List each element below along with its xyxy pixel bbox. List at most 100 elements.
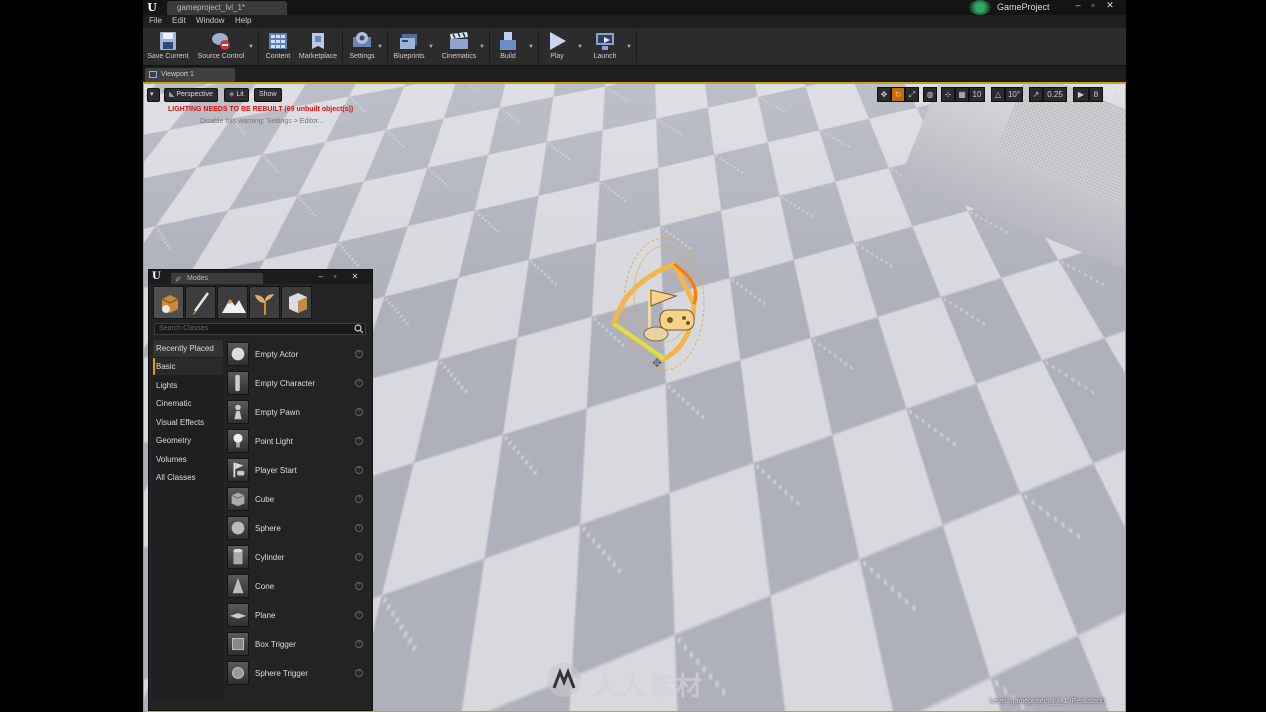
blueprints-button[interactable]: Blueprints (389, 29, 429, 65)
maximize-button[interactable]: ▫ (1086, 0, 1100, 10)
point-light-icon (227, 429, 249, 453)
modes-tab[interactable]: ✐ Modes (171, 273, 263, 284)
minimize-button[interactable]: – (1071, 0, 1085, 10)
list-item[interactable]: Cone ? (227, 572, 367, 600)
modes-minimize-button[interactable]: – (315, 272, 327, 282)
list-item[interactable]: Sphere ? (227, 514, 367, 542)
help-icon[interactable]: ? (355, 437, 363, 445)
category-list-background (153, 340, 223, 700)
launch-dropdown-icon[interactable]: ▼ (626, 44, 632, 50)
maximize-viewport-icon[interactable]: ▫ (1111, 87, 1121, 102)
search-classes-input[interactable]: Search Classes (154, 323, 366, 335)
viewport-options-button[interactable]: ▾ (147, 88, 160, 102)
geometry-mode-button[interactable] (281, 286, 312, 319)
close-button[interactable]: ✕ (1103, 0, 1117, 10)
category-volumes[interactable]: Volumes (153, 451, 223, 468)
place-mode-icon (161, 295, 179, 313)
toolbar-separator (538, 31, 539, 63)
list-item[interactable]: Cube ? (227, 485, 367, 513)
modes-panel-header: U ✐ Modes – ▫ ✕ (149, 270, 372, 284)
help-icon[interactable]: ? (355, 611, 363, 619)
scale-snap-value[interactable]: 0.25 (1043, 87, 1067, 102)
launch-button[interactable]: Launch (589, 29, 621, 65)
list-item[interactable]: Empty Pawn ? (227, 398, 367, 426)
help-icon[interactable]: ? (355, 495, 363, 503)
category-basic[interactable]: Basic (153, 358, 223, 375)
help-icon[interactable]: ? (355, 640, 363, 648)
help-icon[interactable]: ? (355, 582, 363, 590)
scale-icon[interactable]: ⤢ (905, 87, 919, 102)
category-geometry[interactable]: Geometry (153, 432, 223, 449)
camera-speed-value[interactable]: 8 (1089, 87, 1103, 102)
source-control-button[interactable]: Source Control (195, 29, 247, 65)
lit-button[interactable]: ◈ Lit (224, 88, 249, 102)
rotation-snap-icon[interactable]: △ (991, 87, 1005, 102)
list-item[interactable]: Empty Character ? (227, 369, 367, 397)
menu-help[interactable]: Help (235, 16, 251, 25)
help-icon[interactable]: ? (355, 466, 363, 474)
play-button[interactable]: Play (541, 29, 573, 65)
list-item[interactable]: Point Light ? (227, 427, 367, 455)
unreal-logo-icon: U (147, 1, 157, 14)
menu-edit[interactable]: Edit (172, 16, 186, 25)
help-icon[interactable]: ? (355, 553, 363, 561)
source-control-dropdown-icon[interactable]: ▼ (248, 44, 254, 50)
list-item[interactable]: Player Start ? (227, 456, 367, 484)
unreal-logo-icon: U (152, 271, 161, 282)
menu-window[interactable]: Window (196, 16, 224, 25)
grid-snap-icon[interactable]: ▦ (955, 87, 969, 102)
build-button[interactable]: Build (493, 29, 523, 65)
settings-dropdown-icon[interactable]: ▼ (377, 44, 383, 50)
world-space-icon[interactable]: ◍ (923, 87, 937, 102)
cinematics-dropdown-icon[interactable]: ▼ (479, 44, 485, 50)
play-dropdown-icon[interactable]: ▼ (577, 44, 583, 50)
document-tab[interactable]: gameproject_lvl_1* (167, 1, 287, 15)
build-dropdown-icon[interactable]: ▼ (528, 44, 534, 50)
category-visual-effects[interactable]: Visual Effects (153, 414, 223, 431)
scale-snap-icon[interactable]: ↗ (1029, 87, 1043, 102)
modes-maximize-button[interactable]: ▫ (329, 272, 341, 282)
paint-mode-button[interactable] (185, 286, 216, 319)
place-mode-button[interactable] (153, 286, 184, 319)
item-label: Empty Actor (255, 350, 299, 359)
surface-snap-icon[interactable]: ⊹ (941, 87, 955, 102)
help-icon[interactable]: ? (355, 379, 363, 387)
list-item[interactable]: Cylinder ? (227, 543, 367, 571)
category-all-classes[interactable]: All Classes (153, 469, 223, 486)
help-icon[interactable]: ? (355, 408, 363, 416)
show-button[interactable]: Show (254, 88, 282, 102)
item-label: Point Light (255, 437, 293, 446)
help-icon[interactable]: ? (355, 669, 363, 677)
settings-button[interactable]: Settings (345, 29, 379, 65)
marketplace-button[interactable]: Marketplace (297, 29, 339, 65)
level-viewport[interactable]: ▾ ◣ Perspective ◈ Lit Show LIGHTING NEED… (143, 82, 1126, 712)
translate-icon[interactable]: ✥ (877, 87, 891, 102)
modes-close-button[interactable]: ✕ (349, 272, 361, 282)
list-item[interactable]: Sphere Trigger ? (227, 659, 367, 687)
perspective-button[interactable]: ◣ Perspective (164, 88, 218, 102)
box-trigger-icon (227, 632, 249, 656)
list-item[interactable]: Box Trigger ? (227, 630, 367, 658)
list-item[interactable]: Plane ? (227, 601, 367, 629)
camera-speed-icon[interactable]: ▶ (1073, 87, 1089, 102)
help-icon[interactable]: ? (355, 524, 363, 532)
rotate-icon[interactable]: ↻ (891, 87, 905, 102)
viewport-tab[interactable]: Viewport 1 (145, 68, 235, 82)
help-icon[interactable]: ? (355, 350, 363, 358)
menu-file[interactable]: File (149, 16, 162, 25)
foliage-mode-button[interactable] (249, 286, 280, 319)
category-lights[interactable]: Lights (153, 377, 223, 394)
rotation-snap-value[interactable]: 10° (1005, 87, 1023, 102)
toolbar-separator (387, 31, 388, 63)
selected-actor-gizmo[interactable]: ✥ (604, 234, 724, 394)
list-item[interactable]: Empty Actor ? (227, 340, 367, 368)
save-current-button[interactable]: Save Current (145, 29, 191, 65)
cinematics-button[interactable]: Cinematics (438, 29, 480, 65)
category-cinematic[interactable]: Cinematic (153, 395, 223, 412)
cone-icon (227, 574, 249, 598)
grid-snap-value[interactable]: 10 (969, 87, 985, 102)
blueprints-dropdown-icon[interactable]: ▼ (428, 44, 434, 50)
category-recently-placed[interactable]: Recently Placed (153, 340, 223, 357)
content-button[interactable]: Content (261, 29, 295, 65)
landscape-mode-button[interactable] (217, 286, 248, 319)
